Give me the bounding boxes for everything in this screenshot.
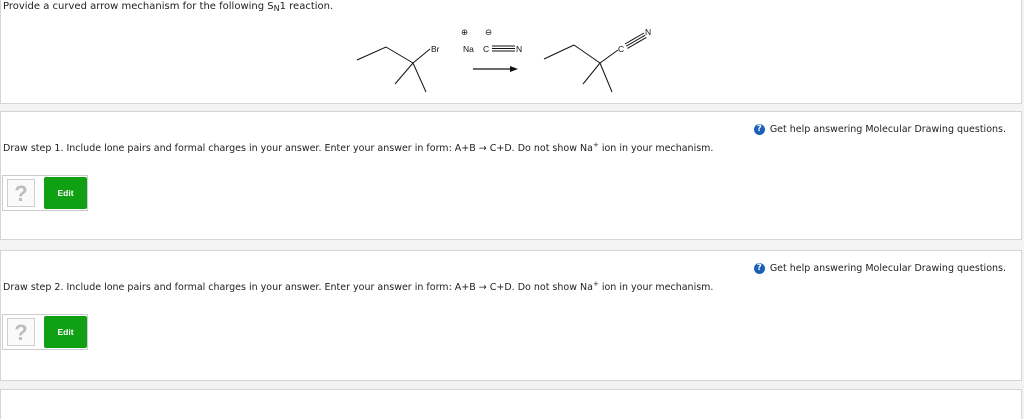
question-panel: Provide a curved arrow mechanism for the… <box>0 0 1022 104</box>
step-2-panel: ? Get help answering Molecular Drawing q… <box>0 250 1022 381</box>
help-link-step-1[interactable]: ? Get help answering Molecular Drawing q… <box>753 124 1006 135</box>
product-n-label: N <box>645 27 651 37</box>
reagent-c-label: C <box>483 44 489 54</box>
reactant-molecule <box>356 46 431 93</box>
reactant-br-label: Br <box>431 44 440 54</box>
reaction-scheme: Br ⊕ ⊖ Na C N C N <box>356 27 651 93</box>
edit-button[interactable]: Edit <box>44 177 87 209</box>
edit-button[interactable]: Edit <box>44 316 87 348</box>
step-1-superscript: + <box>592 141 599 149</box>
step-2-superscript: + <box>592 280 599 288</box>
step-1-panel: ? Get help answering Molecular Drawing q… <box>0 111 1022 240</box>
product-c-label: C <box>618 44 624 54</box>
step-2-text: Draw step 2. Include lone pairs and form… <box>3 282 593 293</box>
answer-placeholder-icon[interactable]: ? <box>7 179 35 207</box>
help-link-text[interactable]: Get help answering Molecular Drawing que… <box>770 263 1006 274</box>
help-link-step-2[interactable]: ? Get help answering Molecular Drawing q… <box>753 263 1006 274</box>
minus-charge: ⊖ <box>485 27 492 37</box>
nitrile-triple-bond <box>624 32 647 49</box>
help-icon: ? <box>753 263 765 274</box>
help-link-text[interactable]: Get help answering Molecular Drawing que… <box>770 124 1006 135</box>
answer-placeholder-icon[interactable]: ? <box>7 318 35 346</box>
step-1-text: Draw step 1. Include lone pairs and form… <box>3 143 593 154</box>
plus-charge: ⊕ <box>461 27 468 37</box>
step-2-instructions: Draw step 2. Include lone pairs and form… <box>3 280 714 293</box>
reagent-n-label: N <box>516 44 522 54</box>
reagent-na-label: Na <box>463 44 474 54</box>
help-icon: ? <box>753 124 765 135</box>
step-1-instructions: Draw step 1. Include lone pairs and form… <box>3 141 714 154</box>
reaction-arrow-icon <box>473 66 518 72</box>
step-1-answer-box: ? Edit <box>2 175 88 211</box>
step-2-answer-box: ? Edit <box>2 314 88 350</box>
step-1-text-end: ion in your mechanism. <box>598 143 714 154</box>
product-molecule <box>543 44 619 93</box>
next-panel <box>0 389 1022 419</box>
cyanide-triple-bond <box>492 45 515 52</box>
step-2-text-end: ion in your mechanism. <box>598 282 714 293</box>
